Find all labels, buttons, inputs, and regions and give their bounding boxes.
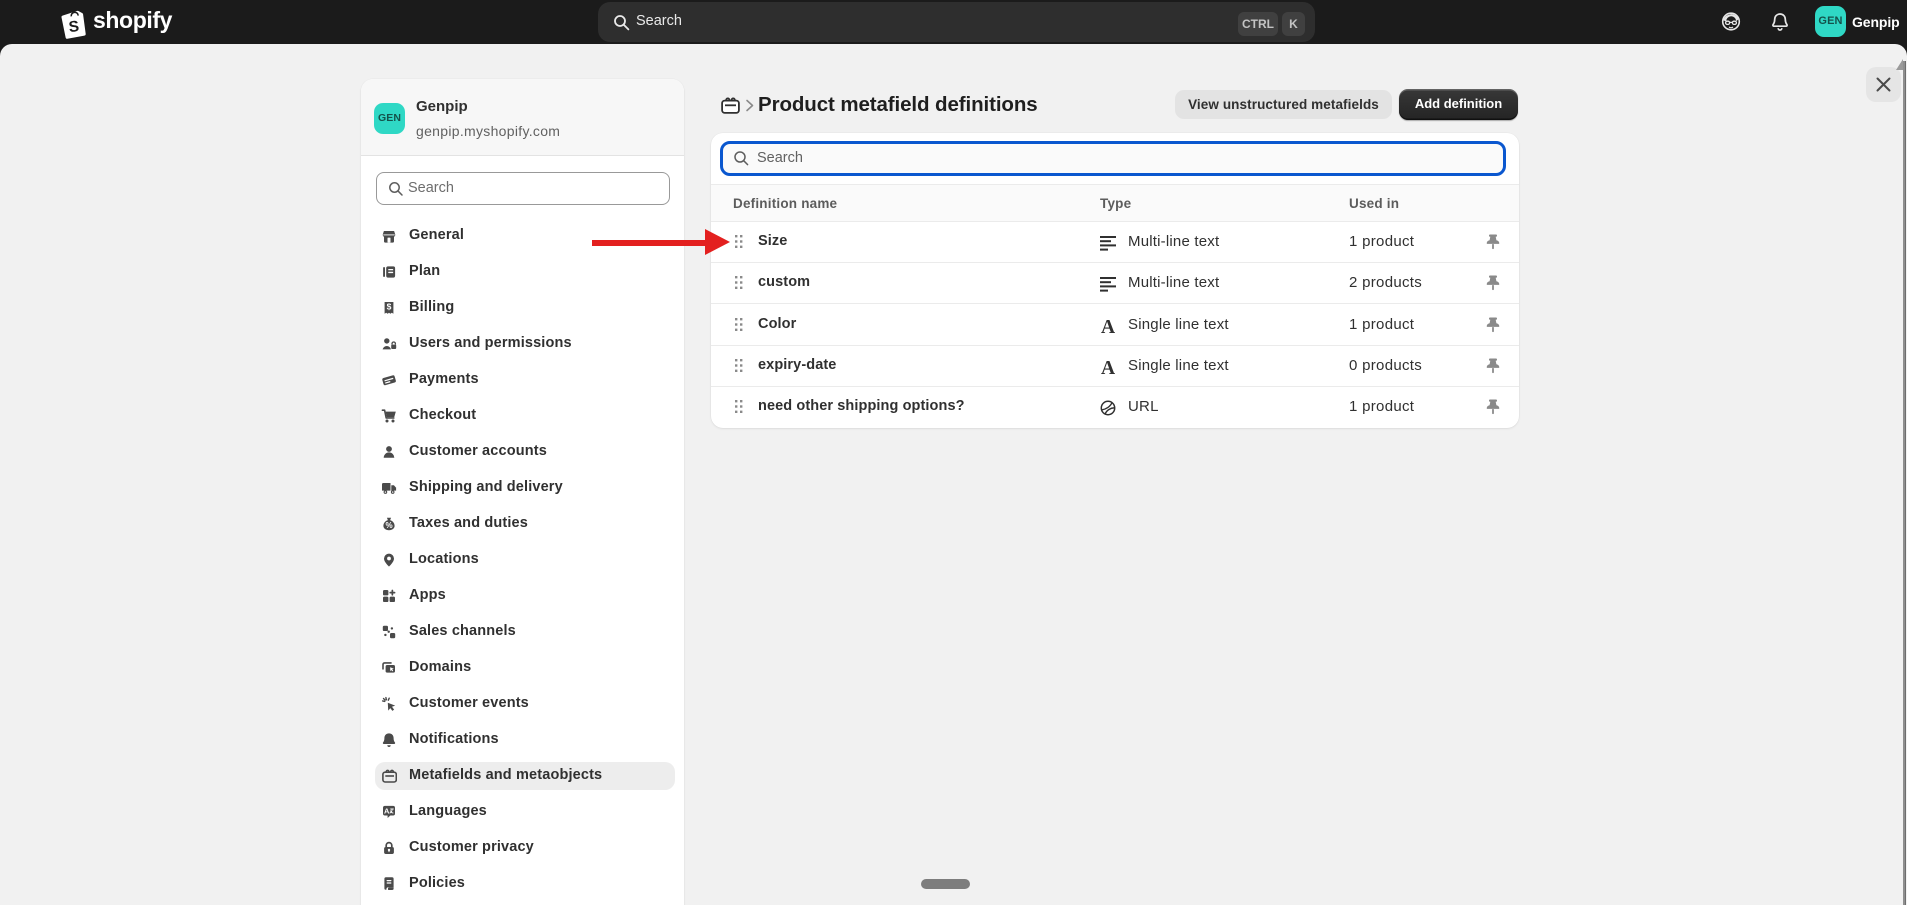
svg-text:A: A xyxy=(1101,358,1115,376)
svg-text:$: $ xyxy=(387,301,392,311)
svg-text:A: A xyxy=(1101,317,1115,335)
svg-text:A: A xyxy=(384,806,390,815)
svg-text:S: S xyxy=(68,18,80,36)
svg-text:%: % xyxy=(385,521,392,530)
